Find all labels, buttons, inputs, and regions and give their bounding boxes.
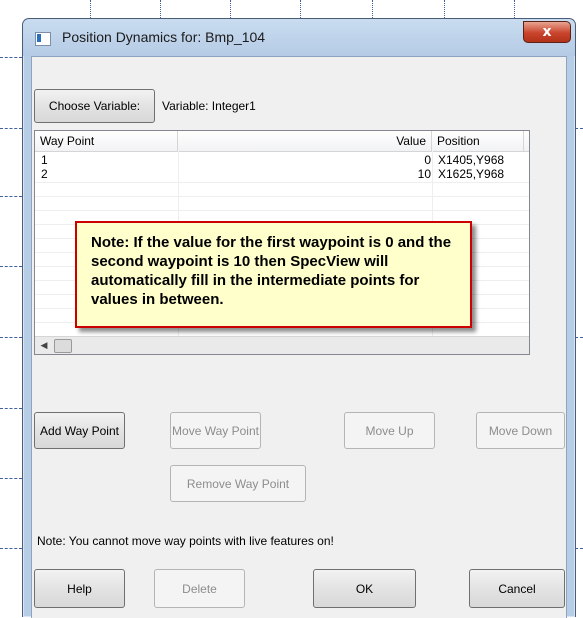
canvas-guide-line: [372, 0, 373, 20]
canvas-guide-line: [575, 337, 583, 338]
move-up-button[interactable]: Move Up: [344, 412, 435, 449]
annotation-callout: Note: If the value for the first waypoin…: [75, 221, 472, 328]
chevron-left-icon[interactable]: ◀: [37, 339, 51, 351]
button-label: Delete: [182, 581, 217, 596]
canvas-guide-line: [575, 548, 583, 549]
canvas-guide-line: [0, 478, 22, 479]
canvas-guide-line: [300, 0, 301, 20]
ok-button[interactable]: OK: [313, 569, 416, 608]
button-label: Cancel: [498, 581, 536, 596]
button-label: Move Up: [365, 423, 414, 438]
canvas-guide-line: [0, 57, 22, 58]
button-label: Move Down: [488, 423, 553, 438]
canvas-guide-line: [160, 0, 161, 20]
canvas-guide-line: [0, 196, 22, 197]
close-button[interactable]: x: [523, 21, 571, 43]
move-way-point-button[interactable]: Move Way Point: [170, 412, 261, 449]
dialog-body: Choose Variable: Variable: Integer1 Way …: [31, 56, 567, 618]
column-header-position[interactable]: Position: [432, 131, 524, 151]
waypoint-list-header: Way Point Value Position: [35, 131, 529, 152]
move-down-button[interactable]: Move Down: [476, 412, 565, 449]
canvas-guide-line: [90, 0, 91, 20]
table-row[interactable]: 1 0 X1405,Y968: [35, 153, 529, 167]
canvas-guide-line: [514, 0, 515, 20]
column-header-value[interactable]: Value: [178, 131, 432, 151]
canvas-guide-line: [0, 548, 22, 549]
table-row[interactable]: 2 10 X1625,Y968: [35, 167, 529, 181]
button-label: Move Way Point: [172, 423, 259, 438]
column-header-way-point[interactable]: Way Point: [35, 131, 178, 151]
canvas-guide-line: [0, 128, 22, 129]
position-cell: X1405,Y968: [438, 153, 505, 167]
canvas-guide-line: [0, 266, 22, 267]
way-point-cell: 1: [41, 153, 48, 167]
variable-name-label: Variable: Integer1: [162, 99, 256, 113]
position-cell: X1625,Y968: [438, 167, 505, 181]
way-point-cell: 2: [41, 167, 48, 181]
button-label: Add Way Point: [40, 423, 119, 438]
choose-variable-label: Choose Variable:: [48, 99, 141, 113]
help-button[interactable]: Help: [34, 569, 125, 608]
column-header-label: Value: [396, 134, 426, 148]
button-label: Help: [67, 581, 92, 596]
column-header-label: Position: [437, 134, 480, 148]
horizontal-scrollbar[interactable]: ◀: [35, 336, 529, 354]
row-gridline: [35, 182, 529, 183]
delete-button[interactable]: Delete: [154, 569, 245, 608]
dialog-title: Position Dynamics for: Bmp_104: [62, 29, 266, 45]
canvas-guide-line: [0, 408, 22, 409]
canvas-guide-line: [0, 337, 22, 338]
cancel-button[interactable]: Cancel: [469, 569, 565, 608]
close-icon: x: [542, 24, 552, 40]
row-gridline: [35, 210, 529, 211]
canvas-guide-line: [230, 0, 231, 20]
live-features-note: Note: You cannot move way points with li…: [37, 534, 334, 548]
add-way-point-button[interactable]: Add Way Point: [34, 412, 125, 449]
button-label: Remove Way Point: [186, 476, 290, 491]
value-cell: 0: [424, 153, 431, 167]
value-cell: 10: [417, 167, 431, 181]
choose-variable-button[interactable]: Choose Variable:: [34, 89, 155, 123]
canvas-guide-line: [444, 0, 445, 20]
button-label: OK: [355, 581, 374, 596]
callout-text: Note: If the value for the first waypoin…: [91, 234, 452, 308]
window-icon: [35, 32, 51, 46]
column-header-label: Way Point: [40, 134, 95, 148]
remove-way-point-button[interactable]: Remove Way Point: [170, 465, 306, 502]
canvas-guide-line: [575, 128, 583, 129]
title-bar[interactable]: Position Dynamics for: Bmp_104 x: [23, 19, 575, 56]
row-gridline: [35, 196, 529, 197]
scrollbar-thumb[interactable]: [54, 339, 72, 353]
